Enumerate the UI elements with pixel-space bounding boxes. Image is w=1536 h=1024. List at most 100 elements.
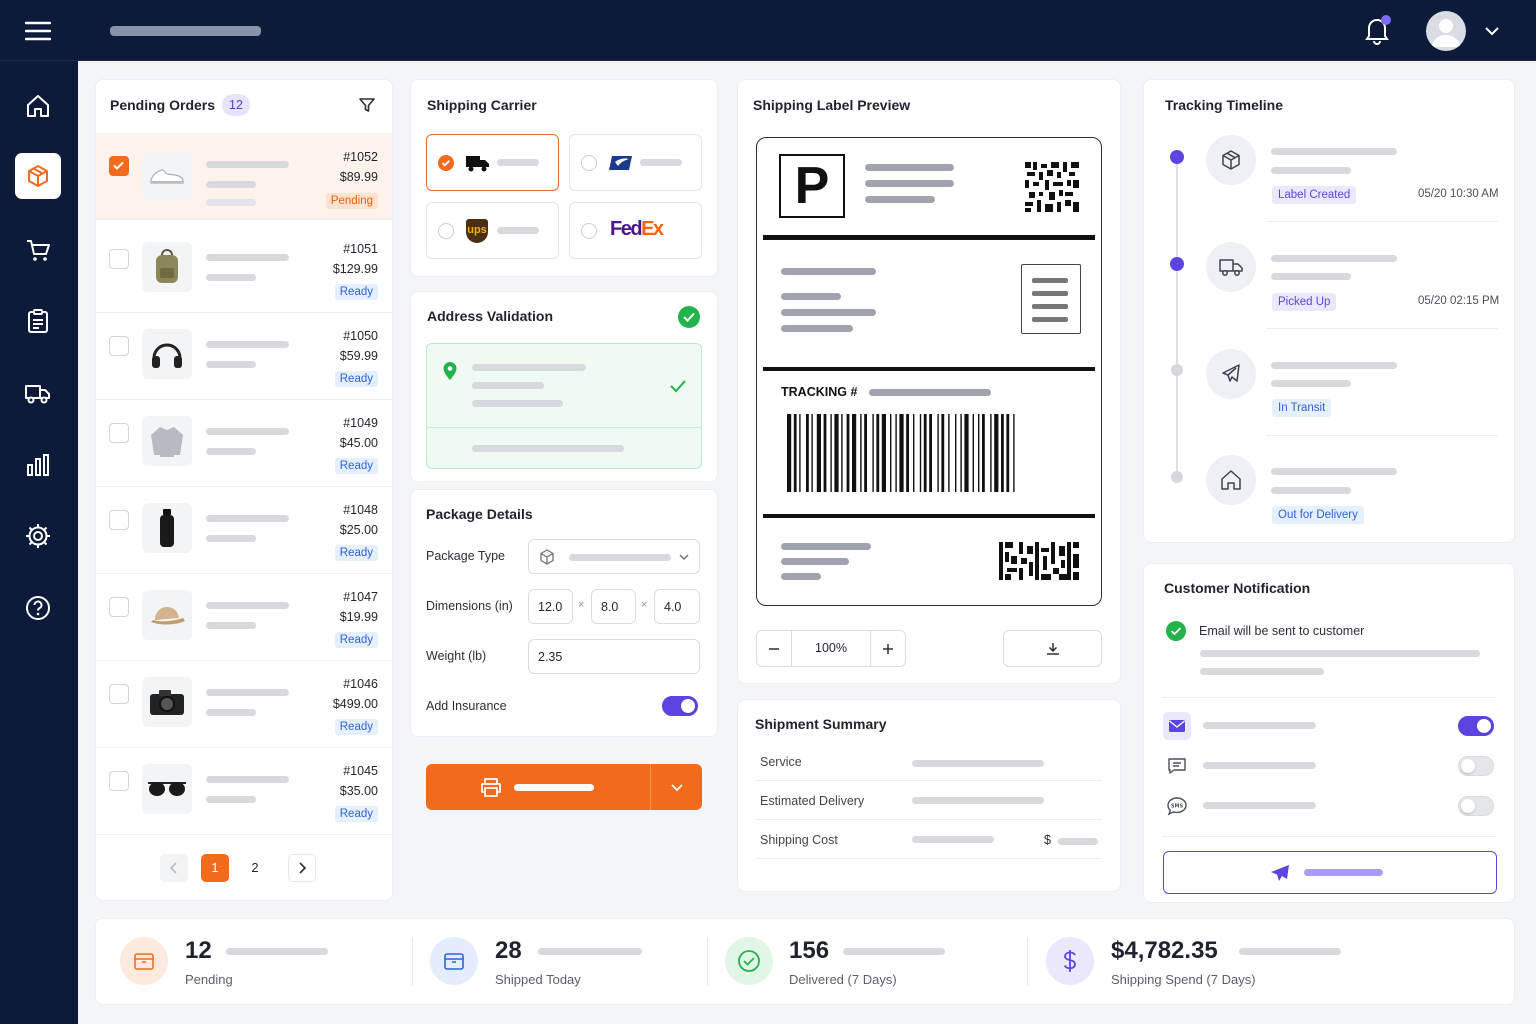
zoom-in-button[interactable] <box>870 631 905 666</box>
usps-eagle-icon <box>608 153 634 173</box>
barcode-bar <box>960 414 962 492</box>
send-notification-button[interactable] <box>1163 851 1497 894</box>
carrier-option-ups[interactable]: ups <box>426 202 559 259</box>
barcode-bar <box>890 414 892 492</box>
radio-unselected <box>581 223 597 239</box>
zoom-level: 100% <box>815 641 847 655</box>
page-1-button[interactable]: 1 <box>201 854 229 882</box>
barcode-bar <box>982 414 985 492</box>
barcode-bar <box>941 414 945 492</box>
mail-icon[interactable] <box>1163 712 1191 740</box>
summary-service-label: Service <box>760 755 802 769</box>
page-2-button[interactable]: 2 <box>241 854 269 882</box>
order-price: $59.99 <box>339 349 378 363</box>
times-separator: × <box>641 599 648 611</box>
order-checkbox[interactable] <box>109 510 129 530</box>
barcode-bar <box>1013 414 1015 492</box>
help-icon[interactable] <box>20 591 56 625</box>
currency-symbol: $ <box>1044 833 1051 847</box>
carrier-option-fedex[interactable]: FedEx <box>569 202 702 259</box>
barcode-bar <box>978 414 980 492</box>
download-button[interactable] <box>1003 630 1102 667</box>
home-icon[interactable] <box>20 89 56 123</box>
sms-toggle[interactable] <box>1458 796 1494 816</box>
order-row[interactable]: #1045 $35.00 Ready <box>96 748 392 835</box>
truck-icon[interactable] <box>20 376 56 410</box>
order-id: #1051 <box>343 242 378 256</box>
chevron-down-icon[interactable] <box>1482 22 1502 40</box>
print-options-dropdown[interactable] <box>650 764 702 810</box>
pending-count-badge: 12 <box>222 94 250 116</box>
barcode-bar <box>919 414 922 492</box>
order-row[interactable]: #1047 $19.99 Ready <box>96 574 392 661</box>
print-label-button[interactable] <box>426 764 650 810</box>
next-page-button[interactable] <box>288 854 316 882</box>
barcode-bar <box>955 414 957 492</box>
order-checkbox[interactable] <box>109 336 129 356</box>
timeline-dot-active <box>1170 150 1184 164</box>
home-icon <box>1206 455 1256 505</box>
barcode-bar <box>876 414 880 492</box>
tracking-label: TRACKING # <box>781 385 858 399</box>
summary-delivery-label: Estimated Delivery <box>760 794 865 808</box>
barcode <box>787 414 1015 492</box>
order-row[interactable]: #1046 $499.00 Ready <box>96 661 392 748</box>
order-row[interactable]: #1049 $45.00 Ready <box>96 400 392 487</box>
avatar[interactable] <box>1426 11 1466 51</box>
sweater-thumbnail <box>142 416 192 466</box>
bottle-thumbnail <box>142 503 192 553</box>
prev-page-button[interactable] <box>160 854 188 882</box>
weight-input[interactable]: 2.35 <box>528 639 700 674</box>
order-checkbox[interactable] <box>109 684 129 704</box>
pending-orders-title: Pending Orders <box>110 97 216 113</box>
barcode-bar <box>816 414 821 492</box>
order-row[interactable]: #1052 $89.99 Pending <box>96 133 392 220</box>
order-price: $89.99 <box>339 170 378 184</box>
order-id: #1049 <box>343 416 378 430</box>
dollar-icon <box>1046 937 1094 985</box>
order-checkbox[interactable] <box>109 249 129 269</box>
insurance-label: Add Insurance <box>426 699 507 713</box>
order-price: $45.00 <box>339 436 378 450</box>
filter-icon[interactable] <box>356 95 378 115</box>
order-id: #1050 <box>343 329 378 343</box>
order-checkbox[interactable] <box>109 771 129 791</box>
camera-thumbnail <box>142 677 192 727</box>
insurance-toggle[interactable] <box>662 696 698 716</box>
chat-icon[interactable] <box>1163 752 1191 780</box>
order-id: #1052 <box>343 150 378 164</box>
zoom-out-button[interactable] <box>757 631 792 666</box>
order-checkbox[interactable] <box>109 156 129 176</box>
order-checkbox[interactable] <box>109 423 129 443</box>
order-checkbox[interactable] <box>109 597 129 617</box>
shipment-summary-title: Shipment Summary <box>755 716 887 732</box>
headphones-thumbnail <box>142 329 192 379</box>
barcode-bar <box>913 414 915 492</box>
barcode-bar <box>811 414 813 492</box>
analytics-icon[interactable] <box>20 448 56 482</box>
package-type-select[interactable] <box>528 539 700 574</box>
kpi-delivered-label: Delivered (7 Days) <box>789 972 897 987</box>
menu-icon[interactable] <box>24 18 52 44</box>
top-bar <box>0 0 1536 61</box>
width-input[interactable]: 8.0 <box>591 589 636 624</box>
length-input[interactable]: 12.0 <box>528 589 573 624</box>
clipboard-icon[interactable] <box>20 304 56 338</box>
height-input[interactable]: 4.0 <box>654 589 700 624</box>
order-row[interactable]: #1051 $129.99 Ready <box>96 226 392 313</box>
sms-icon[interactable]: SMS <box>1163 792 1191 820</box>
bell-icon[interactable] <box>1360 12 1394 48</box>
package-icon[interactable] <box>15 153 61 199</box>
carrier-option-usps[interactable] <box>569 134 702 191</box>
email-toggle[interactable] <box>1458 716 1494 736</box>
cart-icon[interactable] <box>20 233 56 267</box>
delivered-check-icon <box>725 937 773 985</box>
gear-icon[interactable] <box>20 519 56 553</box>
chat-toggle[interactable] <box>1458 756 1494 776</box>
order-row[interactable]: #1050 $59.99 Ready <box>96 313 392 400</box>
carrier-option-freight[interactable] <box>426 134 559 191</box>
event-time: 05/20 10:30 AM <box>1418 188 1499 200</box>
document-icon <box>1021 264 1081 334</box>
radio-selected <box>438 155 454 171</box>
order-row[interactable]: #1048 $25.00 Ready <box>96 487 392 574</box>
